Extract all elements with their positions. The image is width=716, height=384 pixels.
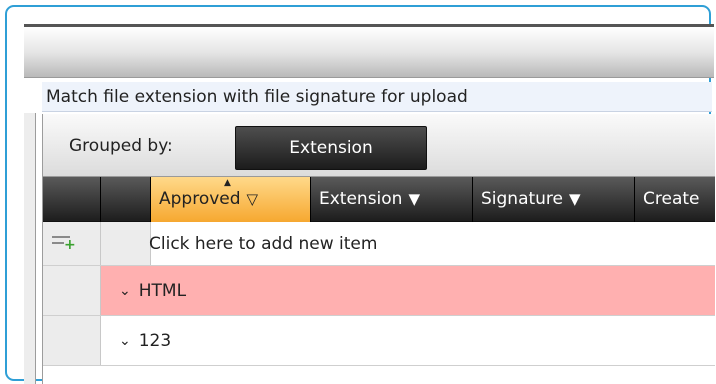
- group-chip-extension[interactable]: Extension: [235, 126, 427, 170]
- group-row-123[interactable]: ⌄ 123: [43, 316, 715, 366]
- column-header-create[interactable]: Create: [635, 177, 715, 222]
- chevron-down-icon[interactable]: ⌄: [119, 266, 131, 316]
- group-row-indent-cell: [43, 316, 101, 365]
- group-row-label: ⌄ HTML: [119, 266, 186, 317]
- group-panel: Grouped by: Extension: [43, 114, 715, 177]
- sort-ascending-icon: ▲: [224, 178, 231, 188]
- group-label-text: HTML: [138, 281, 187, 301]
- header-row: ▲ Approved ▽ Extension ▼ Signature ▼ Create: [43, 177, 715, 222]
- chevron-down-icon[interactable]: ⌄: [119, 316, 131, 366]
- filter-icon[interactable]: ▽: [247, 177, 259, 222]
- group-row-indent-cell: [43, 266, 101, 315]
- page-description: Match file extension with file signature…: [42, 82, 712, 112]
- group-panel-label: Grouped by:: [69, 136, 173, 156]
- header-rowselector-cell: [101, 177, 151, 222]
- group-row-html[interactable]: ⌄ HTML: [43, 266, 715, 316]
- filter-icon[interactable]: ▼: [569, 177, 581, 222]
- add-row-indent-cell: +: [43, 222, 101, 265]
- add-new-item-text[interactable]: Click here to add new item: [149, 222, 377, 266]
- column-header-label: Create: [643, 189, 700, 209]
- top-toolbar: [24, 24, 714, 78]
- header-indent-cell: [43, 177, 101, 222]
- filter-icon[interactable]: ▼: [408, 177, 420, 222]
- add-new-item-row[interactable]: + Click here to add new item: [43, 222, 715, 266]
- column-header-approved[interactable]: ▲ Approved ▽: [151, 177, 311, 222]
- column-header-label: Extension: [319, 189, 403, 209]
- add-row-selector-cell: [101, 222, 151, 265]
- column-header-extension[interactable]: Extension ▼: [311, 177, 473, 222]
- data-grid: Grouped by: Extension ▲ Approved ▽ Extens…: [42, 114, 715, 384]
- column-header-signature[interactable]: Signature ▼: [473, 177, 635, 222]
- add-row-icon[interactable]: +: [52, 236, 76, 252]
- group-label-text: 123: [138, 331, 172, 351]
- left-pane-edge: [24, 113, 36, 384]
- column-header-label: Approved: [159, 189, 241, 209]
- column-header-label: Signature: [481, 189, 564, 209]
- group-row-label: ⌄ 123: [119, 316, 171, 367]
- group-row-highlight: [101, 266, 715, 315]
